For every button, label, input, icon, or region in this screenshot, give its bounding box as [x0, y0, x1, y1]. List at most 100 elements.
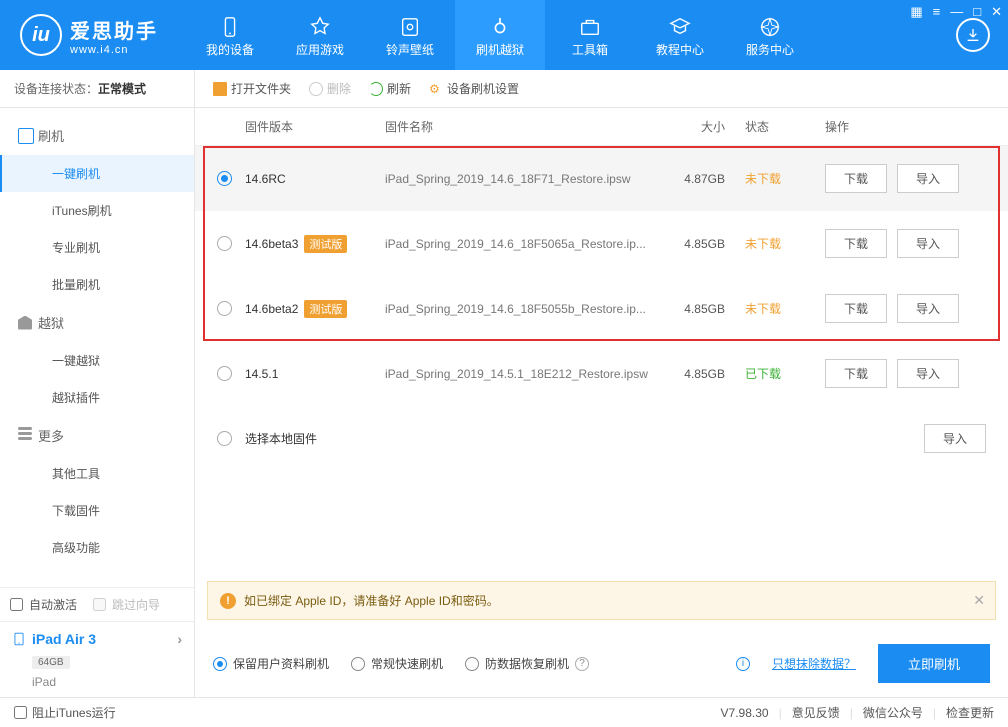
auto-activate-row: 自动激活 跳过向导 [0, 588, 194, 621]
firmware-status: 未下载 [745, 235, 825, 252]
refresh-button[interactable]: 刷新 [369, 80, 411, 97]
option-normal-flash[interactable]: 常规快速刷机 [351, 655, 443, 672]
firmware-radio[interactable] [217, 236, 232, 251]
option-anti-recovery[interactable]: 防数据恢复刷机? [465, 655, 589, 672]
option-keep-data[interactable]: 保留用户资料刷机 [213, 655, 329, 672]
auto-activate-checkbox[interactable] [10, 598, 23, 611]
flash-options: 保留用户资料刷机 常规快速刷机 防数据恢复刷机? i 只想抹除数据？ 立即刷机 [195, 630, 1008, 697]
skip-guide-checkbox [93, 598, 106, 611]
firmware-name: iPad_Spring_2019_14.5.1_18E212_Restore.i… [385, 367, 675, 381]
connection-status: 设备连接状态：正常模式 [0, 70, 194, 108]
sidebar-item-one-click-jailbreak[interactable]: 一键越狱 [0, 342, 194, 379]
sidebar-item-jailbreak-plugins[interactable]: 越狱插件 [0, 379, 194, 416]
import-button[interactable]: 导入 [897, 359, 959, 388]
firmware-version: 14.6beta2 [245, 302, 298, 316]
nav-ringtone-wallpaper[interactable]: 铃声壁纸 [365, 0, 455, 70]
firmware-name: iPad_Spring_2019_14.6_18F71_Restore.ipsw [385, 172, 675, 186]
firmware-row[interactable]: 14.5.1 iPad_Spring_2019_14.5.1_18E212_Res… [195, 341, 1008, 406]
wechat-link[interactable]: 微信公众号 [863, 704, 923, 721]
device-name: iPad Air 3 [32, 631, 96, 647]
check-update-link[interactable]: 检查更新 [946, 704, 994, 721]
refresh-icon [369, 82, 383, 96]
sidebar-group-jailbreak[interactable]: 越狱 [0, 303, 194, 342]
firmware-row[interactable]: 14.6beta2测试版iPad_Spring_2019_14.6_18F505… [195, 276, 1008, 341]
nav-service[interactable]: 服务中心 [725, 0, 815, 70]
local-firmware-import-button[interactable]: 导入 [924, 424, 986, 453]
col-header-action: 操作 [825, 118, 1008, 135]
notice-close-icon[interactable]: ✕ [973, 592, 985, 609]
firmware-status: 未下载 [745, 170, 825, 187]
download-button[interactable]: 下载 [825, 229, 887, 258]
sidebar-item-advanced[interactable]: 高级功能 [0, 529, 194, 566]
block-itunes-label: 阻止iTunes运行 [32, 704, 116, 721]
firmware-size: 4.85GB [675, 302, 745, 316]
col-header-name: 固件名称 [385, 118, 675, 135]
col-header-version: 固件版本 [245, 118, 385, 135]
toolbar: 打开文件夹 删除 刷新 ⚙设备刷机设置 [195, 70, 1008, 108]
sidebar-item-batch-flash[interactable]: 批量刷机 [0, 266, 194, 303]
col-header-status: 状态 [745, 118, 825, 135]
open-folder-button[interactable]: 打开文件夹 [213, 80, 291, 97]
nav-flash-jailbreak[interactable]: 刷机越狱 [455, 0, 545, 70]
local-firmware-row: 选择本地固件 导入 [195, 406, 1008, 471]
logo: iu 爱思助手 www.i4.cn [0, 14, 185, 56]
download-manager-icon[interactable] [956, 18, 990, 52]
firmware-row[interactable]: 14.6RCiPad_Spring_2019_14.6_18F71_Restor… [195, 146, 1008, 211]
flash-now-button[interactable]: 立即刷机 [878, 644, 990, 683]
sidebar-item-download-firmware[interactable]: 下载固件 [0, 492, 194, 529]
minimize-icon[interactable]: — [950, 4, 963, 20]
info-help-icon[interactable]: i [736, 657, 750, 671]
device-flash-settings-button[interactable]: ⚙设备刷机设置 [429, 80, 519, 97]
download-button[interactable]: 下载 [825, 164, 887, 193]
table-header: 固件版本 固件名称 大小 状态 操作 [195, 108, 1008, 146]
firmware-radio[interactable] [217, 301, 232, 316]
sidebar-item-itunes-flash[interactable]: iTunes刷机 [0, 192, 194, 229]
firmware-name: iPad_Spring_2019_14.6_18F5065a_Restore.i… [385, 237, 675, 251]
import-button[interactable]: 导入 [897, 164, 959, 193]
maximize-icon[interactable]: □ [973, 4, 981, 20]
firmware-size: 4.85GB [675, 237, 745, 251]
chevron-right-icon: › [102, 631, 182, 647]
version-label: V7.98.30 [721, 706, 769, 720]
firmware-status: 未下载 [745, 300, 825, 317]
firmware-size: 4.85GB [675, 367, 745, 381]
firmware-row[interactable]: 14.6beta3测试版iPad_Spring_2019_14.6_18F506… [195, 211, 1008, 276]
firmware-radio[interactable] [217, 171, 232, 186]
window-controls: ▦ ≡ — □ ✕ [910, 4, 1002, 20]
device-info[interactable]: iPad Air 3 › 64GB iPad [0, 621, 194, 697]
nav-toolbox[interactable]: 工具箱 [545, 0, 635, 70]
download-button[interactable]: 下载 [825, 294, 887, 323]
firmware-size: 4.87GB [675, 172, 745, 186]
nav-tutorial[interactable]: 教程中心 [635, 0, 725, 70]
notice-text: 如已绑定 Apple ID，请准备好 Apple ID和密码。 [244, 592, 499, 609]
gear-icon: ⚙ [429, 82, 443, 96]
erase-data-link[interactable]: 只想抹除数据？ [772, 655, 856, 672]
sidebar-item-one-click-flash[interactable]: 一键刷机 [0, 155, 194, 192]
main-nav: 我的设备 应用游戏 铃声壁纸 刷机越狱 工具箱 教程中心 服务中心 [185, 0, 956, 70]
import-button[interactable]: 导入 [897, 294, 959, 323]
menu-icon[interactable]: ▦ [910, 4, 922, 20]
download-button[interactable]: 下载 [825, 359, 887, 388]
firmware-version: 14.5.1 [245, 367, 278, 381]
delete-icon [309, 82, 323, 96]
info-icon: ! [220, 593, 236, 609]
nav-apps-games[interactable]: 应用游戏 [275, 0, 365, 70]
close-icon[interactable]: ✕ [991, 4, 1002, 20]
sidebar-item-pro-flash[interactable]: 专业刷机 [0, 229, 194, 266]
help-icon[interactable]: ? [575, 657, 589, 671]
beta-tag: 测试版 [304, 235, 347, 253]
firmware-radio[interactable] [217, 366, 232, 381]
sidebar-group-flash[interactable]: 刷机 [0, 116, 194, 155]
sidebar-group-more[interactable]: 更多 [0, 416, 194, 455]
logo-subtitle: www.i4.cn [70, 44, 158, 56]
import-button[interactable]: 导入 [897, 229, 959, 258]
firmware-rows: 14.6RCiPad_Spring_2019_14.6_18F71_Restor… [195, 146, 1008, 406]
local-firmware-radio[interactable] [217, 431, 232, 446]
firmware-name: iPad_Spring_2019_14.6_18F5055b_Restore.i… [385, 302, 675, 316]
tablet-icon [12, 630, 26, 648]
block-itunes-checkbox[interactable] [14, 706, 27, 719]
feedback-link[interactable]: 意见反馈 [792, 704, 840, 721]
nav-my-device[interactable]: 我的设备 [185, 0, 275, 70]
sidebar-item-other-tools[interactable]: 其他工具 [0, 455, 194, 492]
settings-icon[interactable]: ≡ [933, 4, 941, 20]
